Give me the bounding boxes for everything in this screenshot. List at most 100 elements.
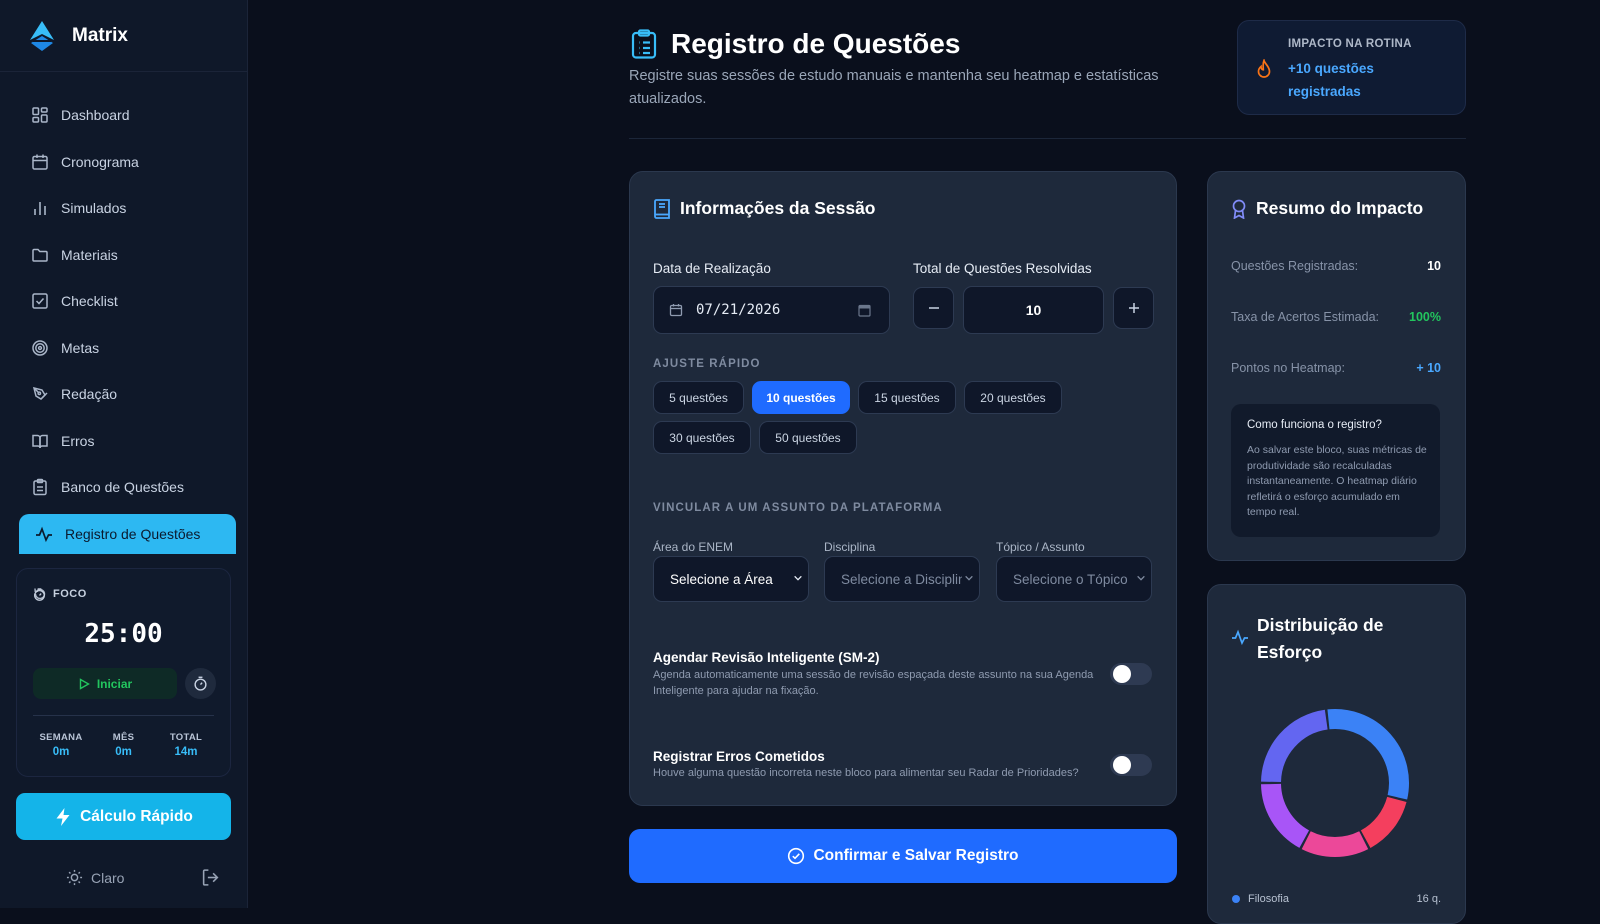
logout-icon[interactable]: [201, 868, 220, 887]
sidebar-item-label: Simulados: [61, 200, 127, 216]
distribution-title: Distribuição de Esforço: [1257, 615, 1384, 662]
confirm-label: Confirmar e Salvar Registro: [813, 847, 1019, 864]
check-circle-icon: [788, 847, 805, 865]
impact-value: +10 questões registradas: [1288, 61, 1374, 99]
stat-value: 0m: [52, 746, 70, 758]
review-title: Agendar Revisão Inteligente (SM-2): [653, 650, 880, 665]
sidebar-item-checklist[interactable]: Checklist: [19, 281, 236, 321]
plus-icon: [1128, 303, 1139, 313]
award-icon: [1232, 199, 1246, 219]
total-label: Total de Questões Resolvidas: [913, 261, 1092, 276]
date-picker-icon[interactable]: [858, 304, 871, 317]
sidebar-item-simulados[interactable]: Simulados: [19, 188, 236, 228]
target-icon: [32, 339, 48, 356]
calendar-icon: [32, 154, 48, 170]
area-select-value: Selecione a Área: [670, 571, 773, 587]
sidebar-item-registro-de-questoes[interactable]: Registro de Questões: [19, 513, 236, 554]
errors-toggle[interactable]: [1110, 754, 1152, 776]
topic-select-value: Selecione o Tópico: [1013, 571, 1128, 587]
quick-calc-label: Cálculo Rápido: [80, 807, 193, 825]
sidebar-item-dashboard[interactable]: Dashboard: [19, 95, 236, 135]
chevron-down-icon: [1134, 572, 1146, 584]
folder-icon: [32, 248, 48, 262]
discipline-select-value: Selecione a Disciplina: [841, 571, 974, 587]
sidebar-item-label: Dashboard: [61, 107, 130, 123]
increment-button[interactable]: [1113, 287, 1154, 329]
how-it-works-box: Como funciona o registro? Ao salvar este…: [1231, 404, 1440, 537]
legend-dot: [1232, 895, 1240, 903]
app-name: Matrix: [72, 24, 128, 46]
page-subtitle: Registre suas sessões de estudo manuais …: [629, 68, 1159, 107]
theme-label: Claro: [91, 869, 125, 886]
sidebar-footer: Claro: [66, 868, 220, 887]
donut-slice-3[interactable]: [1261, 783, 1310, 848]
chip-20[interactable]: 20 questões: [964, 381, 1062, 414]
legend-label-wrap: Filosofia: [1232, 893, 1289, 905]
legend-item: Filosofia 16 q.: [1232, 893, 1441, 905]
chip-50[interactable]: 50 questões: [759, 421, 857, 454]
sidebar-item-cronograma[interactable]: Cronograma: [19, 142, 236, 182]
stat-month: MÊS 0m: [94, 732, 154, 758]
session-card: Informações da Sessão Data de Realização…: [629, 171, 1177, 806]
discipline-label: Disciplina: [824, 540, 876, 554]
stat-key: TOTAL: [169, 732, 203, 743]
chevron-down-icon: [962, 572, 974, 584]
sidebar-item-label: Erros: [61, 432, 95, 449]
sidebar-item-label: Banco de Questões: [61, 479, 184, 495]
summary-row-label: Pontos no Heatmap:: [1231, 361, 1345, 375]
chevron-down-icon: [791, 572, 803, 584]
chip-5[interactable]: 5 questões: [653, 381, 744, 414]
sidebar-item-banco-de-questoes[interactable]: Banco de Questões: [19, 467, 236, 507]
summary-card: Resumo do Impacto Questões Registradas: …: [1207, 171, 1466, 561]
activity-icon: [1232, 629, 1248, 646]
stopwatch-button[interactable]: [185, 668, 216, 699]
confirm-save-button[interactable]: Confirmar e Salvar Registro: [629, 829, 1177, 883]
stat-key: SEMANA: [39, 732, 83, 743]
topic-select[interactable]: Selecione o Tópico: [996, 556, 1152, 602]
header-divider: [629, 138, 1466, 139]
review-toggle[interactable]: [1110, 663, 1152, 685]
donut-slice-1[interactable]: [1360, 796, 1407, 848]
sidebar-nav: Dashboard Cronograma Simulados Materiais…: [19, 95, 236, 560]
start-timer-button[interactable]: Iniciar: [33, 668, 177, 699]
chip-30[interactable]: 30 questões: [653, 421, 751, 454]
theme-toggle[interactable]: Claro: [66, 869, 124, 886]
area-label: Área do ENEM: [653, 540, 734, 554]
pen-icon: [32, 386, 48, 400]
legend-name: Filosofia: [1248, 893, 1289, 905]
quick-calc-button[interactable]: Cálculo Rápido: [16, 793, 231, 840]
sidebar-item-erros[interactable]: Erros: [19, 421, 236, 461]
impact-title: IMPACTO NA ROTINA: [1288, 38, 1412, 50]
chip-15[interactable]: 15 questões: [858, 381, 956, 414]
date-input[interactable]: 07/21/2026: [653, 286, 890, 334]
date-label: Data de Realização: [653, 261, 771, 276]
minus-icon: [928, 307, 939, 309]
quick-adjust-label: AJUSTE RÁPIDO: [653, 358, 761, 370]
session-card-title-wrap: Informações da Sessão: [653, 198, 876, 219]
focus-stats: SEMANA 0m MÊS 0m TOTAL 14m: [31, 732, 216, 758]
clipboard-list-icon: [631, 29, 657, 59]
distribution-donut-chart: [1261, 709, 1409, 857]
sidebar-item-metas[interactable]: Metas: [19, 328, 236, 368]
summary-row-label: Taxa de Acertos Estimada:: [1231, 310, 1379, 324]
donut-slice-4[interactable]: [1261, 709, 1329, 783]
stat-value: 0m: [115, 746, 132, 758]
donut-slice-0[interactable]: [1327, 709, 1409, 800]
timer-icon: [34, 587, 45, 601]
logo-icon: [30, 20, 54, 51]
review-description: Agenda automaticamente uma sessão de rev…: [653, 669, 1094, 697]
divider: [33, 715, 214, 716]
sidebar: Matrix Dashboard Cronograma Simulados Ma…: [0, 0, 248, 908]
decrement-button[interactable]: [913, 287, 954, 329]
brand[interactable]: Matrix: [0, 0, 247, 72]
summary-row: Questões Registradas: 10: [1231, 259, 1441, 273]
sidebar-item-redacao[interactable]: Redação: [19, 374, 236, 414]
area-select[interactable]: Selecione a Área: [653, 556, 809, 602]
sidebar-item-materiais[interactable]: Materiais: [19, 235, 236, 275]
total-questions-input[interactable]: 10: [963, 286, 1104, 334]
discipline-select[interactable]: Selecione a Disciplina: [824, 556, 980, 602]
stopwatch-icon: [194, 676, 207, 691]
chip-10[interactable]: 10 questões: [752, 381, 850, 414]
donut-slice-2[interactable]: [1301, 831, 1369, 857]
summary-row: Pontos no Heatmap: + 10: [1231, 361, 1441, 375]
